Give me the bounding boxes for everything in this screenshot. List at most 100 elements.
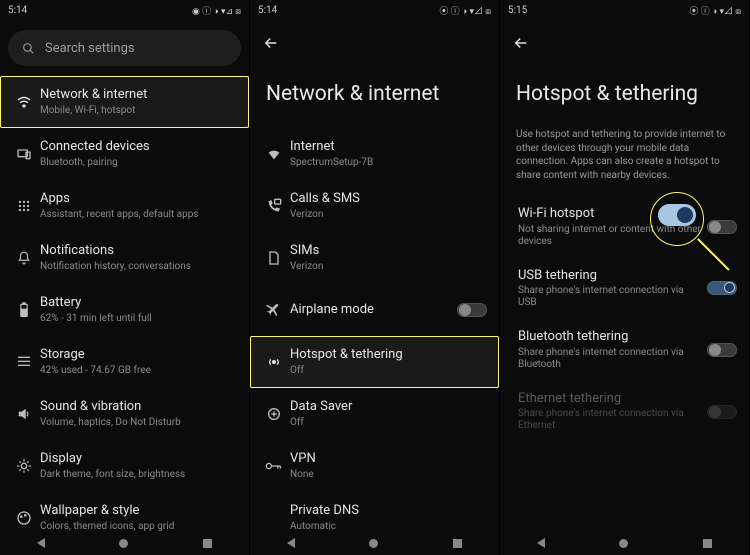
- row-label: Network & internet: [40, 87, 237, 103]
- row-network-internet[interactable]: Network & internet Mobile, Wi-Fi, hotspo…: [0, 76, 249, 128]
- row-label: VPN: [290, 451, 487, 467]
- nav-bar: [0, 531, 249, 555]
- row-sub: Share phone's internet connection via Et…: [518, 408, 703, 432]
- row-sub: Bluetooth, pairing: [40, 157, 237, 169]
- row-apps[interactable]: Apps Assistant, recent apps, default app…: [0, 180, 249, 232]
- row-storage[interactable]: Storage 42% used - 74.67 GB free: [0, 336, 249, 388]
- screen-network-internet: 5:14 ⦿ ⓘ ◑ ▾⊿ ⧈ Network & internet Inter…: [250, 0, 500, 555]
- back-button[interactable]: [250, 20, 499, 56]
- row-sub: Dark theme, font size, brightness: [40, 469, 237, 481]
- row-label: USB tethering: [518, 268, 703, 284]
- page-title: Network & internet: [250, 56, 499, 128]
- screen-hotspot-tethering: 5:15 ⦿ ⓘ ◑ ▾⊿ ⧈ Hotspot & tethering Use …: [500, 0, 750, 555]
- sound-icon: [8, 407, 40, 421]
- row-display[interactable]: Display Dark theme, font size, brightnes…: [0, 440, 249, 492]
- bell-icon: [8, 251, 40, 265]
- nav-home-icon[interactable]: [369, 539, 378, 548]
- row-sub: Mobile, Wi-Fi, hotspot: [40, 105, 237, 117]
- row-label: Data Saver: [290, 399, 487, 415]
- nav-back-icon[interactable]: [287, 538, 295, 548]
- row-label: Battery: [40, 295, 237, 311]
- row-sub: Off: [290, 417, 487, 429]
- row-label: Wallpaper & style: [40, 503, 237, 519]
- row-sub: Verizon: [290, 209, 487, 221]
- screen-settings-root: 5:14 ◉ ⓘ ◑ ▾⊿ ⧈ Search settings Network …: [0, 0, 250, 555]
- row-vpn[interactable]: VPN None: [250, 440, 499, 492]
- row-bluetooth-tethering[interactable]: Bluetooth tethering Share phone's intern…: [504, 319, 749, 381]
- row-label: Sound & vibration: [40, 399, 237, 415]
- row-label: Connected devices: [40, 139, 237, 155]
- row-label: SIMs: [290, 243, 487, 259]
- search-placeholder: Search settings: [45, 41, 135, 56]
- row-label: Hotspot & tethering: [290, 347, 487, 363]
- annotation-toggle-icon: [658, 204, 696, 226]
- wifi-hotspot-toggle[interactable]: [707, 220, 737, 234]
- status-bar: 5:14 ◉ ⓘ ◑ ▾⊿ ⧈: [0, 0, 249, 20]
- row-hotspot-tethering[interactable]: Hotspot & tethering Off: [250, 336, 499, 388]
- nav-home-icon[interactable]: [619, 539, 628, 548]
- wifi-icon: [8, 94, 40, 110]
- row-sub: Share phone's internet connection via Bl…: [518, 347, 703, 371]
- row-sound-vibration[interactable]: Sound & vibration Volume, haptics, Do No…: [0, 388, 249, 440]
- storage-icon: [8, 355, 40, 369]
- row-sub: Not sharing internet or content with oth…: [518, 224, 703, 248]
- row-label: Internet: [290, 139, 487, 155]
- help-text: Use hotspot and tethering to provide int…: [500, 128, 749, 196]
- row-ethernet-tethering: Ethernet tethering Share phone's interne…: [504, 381, 749, 443]
- row-label: Bluetooth tethering: [518, 329, 703, 345]
- row-label: Apps: [40, 191, 237, 207]
- row-label: Display: [40, 451, 237, 467]
- row-sub: Off: [290, 365, 487, 377]
- nav-bar: [500, 531, 749, 555]
- bluetooth-tethering-toggle[interactable]: [707, 343, 737, 357]
- palette-icon: [8, 510, 40, 526]
- airplane-toggle[interactable]: [457, 303, 487, 317]
- row-sub: SpectrumSetup-7B: [290, 157, 487, 169]
- row-sims[interactable]: SIMs Verizon: [250, 232, 499, 284]
- row-label: Ethernet tethering: [518, 391, 703, 407]
- nav-back-icon[interactable]: [37, 538, 45, 548]
- status-time: 5:14: [8, 5, 27, 16]
- row-connected-devices[interactable]: Connected devices Bluetooth, pairing: [0, 128, 249, 180]
- row-label: Calls & SMS: [290, 191, 487, 207]
- status-bar: 5:15 ⦿ ⓘ ◑ ▾⊿ ⧈: [500, 0, 749, 20]
- row-data-saver[interactable]: Data Saver Off: [250, 388, 499, 440]
- back-button[interactable]: [500, 20, 749, 56]
- row-battery[interactable]: Battery 62% - 31 min left until full: [0, 284, 249, 336]
- row-sub: Volume, haptics, Do Not Disturb: [40, 417, 237, 429]
- search-icon: [22, 42, 35, 55]
- status-icons: ⦿ ⓘ ◑ ▾⊿ ⧈: [689, 4, 741, 17]
- row-label: Notifications: [40, 243, 237, 259]
- row-sub: None: [290, 469, 487, 481]
- nav-back-icon[interactable]: [537, 538, 545, 548]
- row-label: Airplane mode: [290, 302, 453, 318]
- nav-bar: [250, 531, 499, 555]
- page-title: Hotspot & tethering: [500, 56, 749, 128]
- status-time: 5:14: [258, 5, 277, 16]
- hotspot-icon: [258, 354, 290, 370]
- row-label: Private DNS: [290, 503, 487, 519]
- row-calls-sms[interactable]: Calls & SMS Verizon: [250, 180, 499, 232]
- row-airplane-mode[interactable]: Airplane mode: [250, 284, 499, 336]
- data-saver-icon: [258, 406, 290, 422]
- row-usb-tethering[interactable]: USB tethering Share phone's internet con…: [504, 258, 749, 320]
- nav-recents-icon[interactable]: [453, 539, 462, 548]
- search-settings-input[interactable]: Search settings: [8, 30, 241, 66]
- status-icons: ⦿ ⓘ ◑ ▾⊿ ⧈: [439, 4, 491, 17]
- ethernet-tethering-toggle: [707, 405, 737, 419]
- row-notifications[interactable]: Notifications Notification history, conv…: [0, 232, 249, 284]
- brightness-icon: [8, 458, 40, 474]
- nav-home-icon[interactable]: [119, 539, 128, 548]
- vpn-key-icon: [258, 460, 290, 472]
- row-wifi-hotspot[interactable]: Wi-Fi hotspot Not sharing internet or co…: [504, 196, 749, 258]
- nav-recents-icon[interactable]: [203, 539, 212, 548]
- row-sub: Share phone's internet connection via US…: [518, 285, 703, 309]
- usb-tethering-toggle[interactable]: [707, 281, 737, 295]
- sim-icon: [258, 250, 290, 266]
- row-internet[interactable]: Internet SpectrumSetup-7B: [250, 128, 499, 180]
- wifi-icon: [258, 146, 290, 162]
- row-sub: Assistant, recent apps, default apps: [40, 209, 237, 221]
- apps-icon: [8, 199, 40, 213]
- nav-recents-icon[interactable]: [703, 539, 712, 548]
- status-bar: 5:14 ⦿ ⓘ ◑ ▾⊿ ⧈: [250, 0, 499, 20]
